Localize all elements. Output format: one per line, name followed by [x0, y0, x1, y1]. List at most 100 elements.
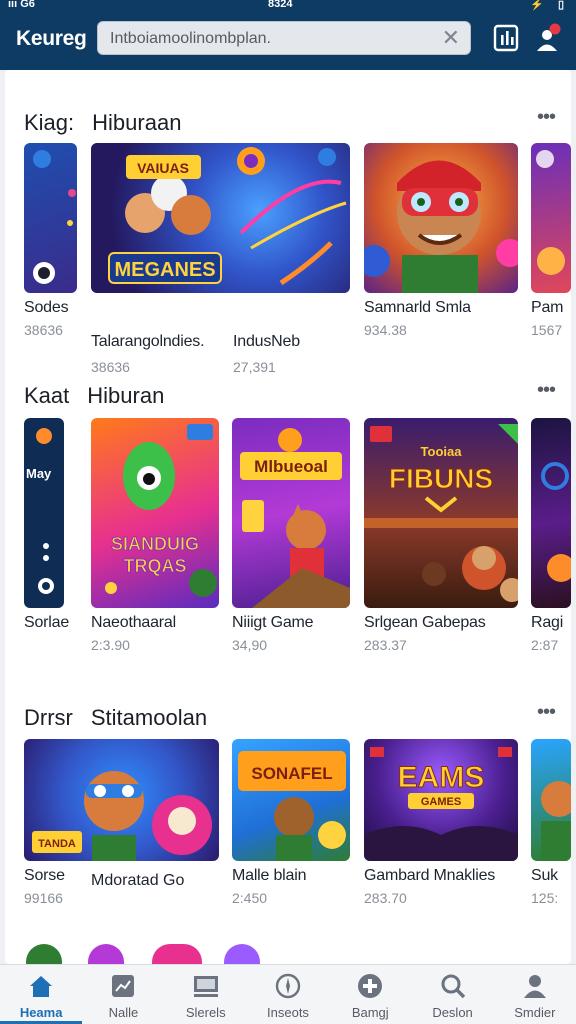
- game-meta: 38636: [24, 322, 63, 338]
- game-card[interactable]: Pam 1567: [531, 143, 571, 338]
- game-card[interactable]: EAMS GAMES Gambard Mnaklies 283.70: [364, 739, 518, 906]
- game-card[interactable]: Tooiaa FIBUNS Srlgean Gabepas 283.37: [364, 418, 518, 653]
- svg-text:TANDA: TANDA: [38, 838, 76, 850]
- game-meta: 125:: [531, 890, 559, 906]
- game-name: Malle blain: [232, 867, 307, 884]
- nav-nalle[interactable]: Nalle: [82, 965, 164, 1024]
- nav-bamgj[interactable]: Bamgj: [329, 965, 411, 1024]
- nav-inseots[interactable]: Inseots: [247, 965, 329, 1024]
- game-name: Sorlae: [24, 614, 70, 631]
- svg-text:VAIUAS: VAIUAS: [137, 160, 189, 176]
- game-art: EAMS GAMES: [364, 747, 518, 861]
- battery-icon: ▯: [557, 0, 564, 11]
- svg-text:GAMES: GAMES: [421, 796, 461, 808]
- game-name: Naeothaaral: [91, 614, 176, 631]
- game-thumbnail-peek: [152, 944, 202, 966]
- game-card[interactable]: Samnarld Smla 934.38: [364, 143, 518, 338]
- app-header: Keureg Intboiamoolinombplan. ✕: [0, 14, 576, 70]
- game-name: Gambard Mnaklies: [364, 867, 496, 884]
- game-thumbnail: [531, 739, 571, 861]
- profile-icon: [523, 975, 546, 998]
- game-thumbnail: Tooiaa FIBUNS: [364, 418, 518, 608]
- game-thumbnail: Mlbueoal: [232, 418, 350, 608]
- game-meta: 38636: [91, 359, 130, 375]
- app-root: ııı G6 8324 ⚡ ▯ Keureg Intboiamoolinombp…: [0, 0, 576, 1024]
- search-input[interactable]: Intboiamoolinombplan.: [110, 30, 271, 48]
- main-content: Kiag: Hiburaan ••• Sodes 38636 VAIUAS ME…: [5, 70, 571, 964]
- nav-home[interactable]: Heama: [0, 965, 83, 1024]
- section-title: Kiag: Hiburaan: [24, 110, 182, 135]
- game-name: Srlgean Gabepas: [364, 614, 486, 631]
- game-meta: 34,90: [232, 637, 268, 653]
- game-art: VAIUAS MEGANES: [108, 147, 347, 286]
- status-icons: ⚡ ▯: [530, 0, 564, 11]
- gamepad-icon: [358, 974, 383, 998]
- game-name: Suk: [531, 867, 558, 884]
- search-bar[interactable]: Intboiamoolinombplan. ✕: [97, 21, 471, 55]
- store-icon: [193, 976, 218, 997]
- game-meta: 283.37: [364, 637, 407, 653]
- game-meta: 99166: [24, 890, 63, 906]
- game-thumbnail: [364, 143, 518, 293]
- game-name: Niiigt Game: [232, 614, 314, 631]
- svg-text:Mlbueoal: Mlbueoal: [254, 457, 328, 476]
- game-meta: 2:450: [232, 890, 268, 906]
- nav-deslon[interactable]: Deslon: [411, 965, 493, 1024]
- game-art: TANDA: [32, 771, 212, 861]
- bottom-navigation: Heama Nalle Slerels Inseots Bamgj Deslon…: [0, 964, 576, 1024]
- stats-icon[interactable]: [492, 23, 520, 53]
- game-card[interactable]: SIANDUIG TRQAS Naeothaaral 2:3.90: [91, 418, 221, 653]
- game-art: [536, 150, 565, 275]
- game-thumbnail: [24, 143, 77, 293]
- game-art: [33, 150, 76, 284]
- game-thumbnail: TANDA: [24, 739, 219, 861]
- game-card[interactable]: May Sorlae: [24, 418, 70, 632]
- section-title: Kaat Hiburan: [24, 383, 165, 408]
- game-meta: 27,391: [233, 359, 276, 375]
- svg-text:SIANDUIG: SIANDUIG: [111, 534, 199, 554]
- game-card[interactable]: Mlbueoal Niiigt Game 34,90: [232, 418, 352, 653]
- svg-text:EAMS: EAMS: [398, 761, 485, 794]
- profile-notification-icon[interactable]: [534, 23, 564, 53]
- section-title: Drrsr Stitamoolan: [24, 705, 208, 730]
- game-art: May: [26, 428, 54, 594]
- game-card[interactable]: VAIUAS MEGANES: [91, 143, 351, 293]
- game-thumbnail: [531, 418, 571, 608]
- game-name: Sodes: [24, 299, 69, 316]
- game-name: Talarangolndies.: [91, 333, 205, 350]
- game-card[interactable]: Sodes 38636: [24, 143, 78, 338]
- svg-text:TRQAS: TRQAS: [124, 556, 187, 576]
- game-meta: 2:87: [531, 637, 559, 653]
- game-thumbnail: [531, 143, 571, 293]
- game-art: Mlbueoal: [240, 428, 350, 608]
- more-options-icon[interactable]: •••: [537, 701, 556, 724]
- nav-slerels[interactable]: Slerels: [165, 965, 247, 1024]
- game-name: Pam: [531, 299, 564, 316]
- game-card[interactable]: Suk 125:: [531, 739, 571, 906]
- chart-icon: [112, 975, 135, 997]
- svg-text:May: May: [26, 466, 52, 481]
- game-card[interactable]: Ragi 2:87: [531, 418, 571, 653]
- game-name: Mdoratad Go: [91, 872, 185, 889]
- clear-icon[interactable]: ✕: [442, 26, 460, 50]
- game-art: SONAFEL: [238, 751, 346, 861]
- search-icon: [441, 974, 465, 999]
- game-meta: 2:3.90: [91, 637, 130, 653]
- game-thumbnail: VAIUAS MEGANES: [91, 143, 350, 293]
- game-art: [541, 781, 571, 861]
- game-thumbnail: EAMS GAMES: [364, 739, 518, 861]
- game-name: Ragi: [531, 614, 564, 631]
- more-options-icon[interactable]: •••: [537, 106, 556, 129]
- game-art: [541, 462, 571, 582]
- app-brand: Keureg: [16, 27, 87, 50]
- game-meta: 1567: [531, 322, 563, 338]
- game-meta: 283.70: [364, 890, 407, 906]
- game-art: Tooiaa FIBUNS: [364, 424, 518, 602]
- game-thumbnail: SIANDUIG TRQAS: [91, 418, 219, 608]
- nav-smdier[interactable]: Smdier: [494, 965, 576, 1024]
- svg-text:SONAFEL: SONAFEL: [251, 764, 332, 783]
- game-name: IndusNeb: [233, 333, 300, 350]
- more-options-icon[interactable]: •••: [537, 379, 556, 402]
- home-icon: [30, 976, 53, 997]
- game-card[interactable]: SONAFEL Malle blain 2:450: [232, 739, 352, 906]
